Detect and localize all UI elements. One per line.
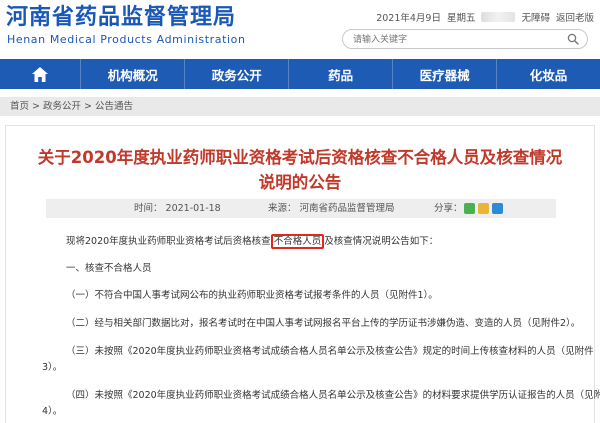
site-logo-cn[interactable]: 河南省药品监督管理局 <box>6 5 236 31</box>
top-links: 2021年4月9日 星期五 无障碍 返回老版 <box>376 10 594 24</box>
article-title: 关于2020年度执业药师职业资格考试后资格核查不合格人员及核查情况说明的公告 <box>37 148 563 192</box>
qq-icon[interactable] <box>492 203 503 214</box>
list-item: （四）未按照《2020年度执业药师职业资格考试成绩合格人员名单公示及核查公告》的… <box>66 390 600 401</box>
list-item-continued: 4）。 <box>42 406 63 417</box>
article-card: 关于2020年度执业药师职业资格考试后资格核查不合格人员及核查情况说明的公告 时… <box>5 125 600 423</box>
old-version-link[interactable]: 返回老版 <box>556 10 594 24</box>
article-meta: 时间： 2021-01-18 来源： 河南省药品监督管理局 分享： <box>46 199 556 218</box>
intro-paragraph: 现将2020年度执业药师职业资格考试后资格核查 不合格人员 及核查情况说明公告如下： <box>66 234 439 249</box>
site-header: 河南省药品监督管理局 Henan Medical Products Admini… <box>0 0 600 58</box>
article-source: 来源： 河南省药品监督管理局 <box>268 203 395 214</box>
home-icon <box>32 66 49 82</box>
list-item-continued: 3）。 <box>42 362 63 373</box>
main-nav: 机构概况 政务公开 药品 医疗器械 化妆品 <box>0 59 600 89</box>
search-icon[interactable] <box>567 33 579 45</box>
nav-item-government-affairs[interactable]: 政务公开 <box>185 59 290 89</box>
weather-blurred <box>481 12 516 22</box>
date-text: 2021年4月9日 <box>376 13 441 24</box>
search-box <box>342 29 588 49</box>
list-item: （一）不符合中国人事考试网公布的执业药师职业资格考试报考条件的人员（见附件1）。 <box>66 290 438 301</box>
section-heading: 一、核查不合格人员 <box>66 263 152 274</box>
weekday-text: 星期五 <box>446 13 476 24</box>
search-input[interactable] <box>353 33 553 46</box>
nav-item-medical-devices[interactable]: 医疗器械 <box>393 59 498 89</box>
nav-item-drugs[interactable]: 药品 <box>289 59 394 89</box>
nav-item-organization[interactable]: 机构概况 <box>81 59 186 89</box>
nav-home[interactable] <box>0 59 82 89</box>
list-item: （三）未按照《2020年度执业药师职业资格考试成绩合格人员名单公示及核查公告》规… <box>66 346 594 357</box>
highlighted-term: 不合格人员 <box>270 234 325 249</box>
wechat-icon[interactable] <box>464 203 475 214</box>
nav-item-cosmetics[interactable]: 化妆品 <box>497 59 600 89</box>
breadcrumb[interactable]: 首页 > 政务公开 > 公告通告 <box>0 97 600 116</box>
publish-time: 时间： 2021-01-18 <box>134 203 221 214</box>
site-logo-en: Henan Medical Products Administration <box>7 33 246 46</box>
share-icons <box>464 203 503 214</box>
list-item: （二）经与相关部门数据比对，报名考试时在中国人事考试网报名平台上传的学历证书涉嫌… <box>66 318 581 329</box>
share-label: 分享： <box>434 203 463 214</box>
accessibility-link[interactable]: 无障碍 <box>521 10 550 24</box>
weibo-icon[interactable] <box>478 203 489 214</box>
